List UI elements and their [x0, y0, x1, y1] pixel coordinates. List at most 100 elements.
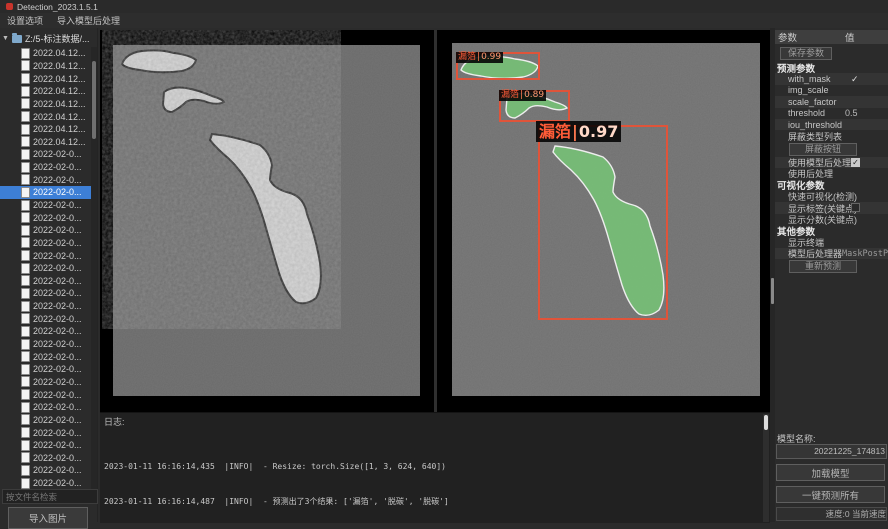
- param-row-show-score[interactable]: 显示分数(关键点): [775, 214, 888, 225]
- repredict-button[interactable]: 重新预测: [789, 260, 857, 273]
- log-lines: 2023-01-11 16:16:14,435 |INFO| - Resize:…: [104, 427, 760, 523]
- tree-item[interactable]: 2022-02-0...: [0, 350, 91, 363]
- app-icon: [6, 3, 13, 10]
- checkbox-checked-icon[interactable]: ✓: [851, 158, 860, 167]
- load-model-button[interactable]: 加载模型: [776, 464, 885, 481]
- folder-icon: [12, 35, 22, 43]
- tree-item[interactable]: 2022-02-0...: [0, 414, 91, 427]
- param-row-threshold[interactable]: threshold0.5: [775, 108, 888, 119]
- tree-item-label: 2022-02-0...: [33, 326, 82, 336]
- tree-item[interactable]: 2022-02-0...: [0, 477, 91, 490]
- tree-item[interactable]: 2022-02-0...: [0, 325, 91, 338]
- tree-item-label: 2022-02-0...: [33, 364, 82, 374]
- params-header: 参数 值: [775, 30, 888, 44]
- tree-item[interactable]: 2022-02-0...: [0, 287, 91, 300]
- tree-item[interactable]: 2022-02-0...: [0, 338, 91, 351]
- file-icon: [21, 427, 30, 438]
- menu-import-postprocess[interactable]: 导入模型后处理: [50, 13, 127, 28]
- chevron-down-icon[interactable]: ▼: [2, 35, 9, 42]
- tree-item-label: 2022-02-0...: [33, 200, 82, 210]
- param-row-scale-factor[interactable]: scale_factor: [775, 96, 888, 107]
- param-row-post-processor[interactable]: 模型后处理器MaskPostPro: [775, 248, 888, 259]
- tree-item[interactable]: 2022-02-0...: [0, 224, 91, 237]
- log-scrollbar[interactable]: [763, 414, 769, 522]
- tree-item[interactable]: 2022.04.12...: [0, 135, 91, 148]
- raw-image-viewport[interactable]: [100, 30, 434, 412]
- tree-item-label: 2022.04.12...: [33, 124, 86, 134]
- tree-item-label: 2022.04.12...: [33, 137, 86, 147]
- tree-item[interactable]: 2022-02-0...: [0, 161, 91, 174]
- tree-item[interactable]: 2022-02-0...: [0, 173, 91, 186]
- tree-item[interactable]: 2022.04.12...: [0, 72, 91, 85]
- tree-item[interactable]: 2022-02-0...: [0, 363, 91, 376]
- predict-all-button[interactable]: 一键预测所有: [776, 486, 885, 503]
- filename-search-input[interactable]: [2, 489, 98, 504]
- tree-item[interactable]: 2022-02-0...: [0, 237, 91, 250]
- log-line: 2023-01-11 16:16:14,487 |INFO| - 预测出了3个结…: [104, 498, 760, 507]
- threshold-value[interactable]: 0.5: [845, 108, 858, 118]
- model-name-field[interactable]: 20221225_174813: [776, 444, 887, 459]
- prediction-viewport[interactable]: 漏箔|0.99 漏箔|0.89 漏箔|0.97: [437, 30, 770, 412]
- checkbox-empty-icon[interactable]: [851, 203, 860, 212]
- tree-item[interactable]: 2022-02-0...: [0, 464, 91, 477]
- tree-item[interactable]: 2022-02-0...: [0, 452, 91, 465]
- tree-item[interactable]: 2022.04.12...: [0, 123, 91, 136]
- tree-item[interactable]: 2022-02-0...: [0, 312, 91, 325]
- window-title: Detection_2023.1.5.1: [17, 2, 98, 12]
- tree-item-label: 2022-02-0...: [33, 238, 82, 248]
- file-icon: [21, 339, 30, 350]
- import-images-button[interactable]: 导入图片: [8, 507, 88, 529]
- tree-item[interactable]: 2022.04.12...: [0, 47, 91, 60]
- tree-item[interactable]: 2022-02-0...: [0, 249, 91, 262]
- file-icon: [21, 136, 30, 147]
- tree-scrollbar-thumb[interactable]: [92, 61, 96, 139]
- tree-item[interactable]: 2022-02-0...: [0, 300, 91, 313]
- tree-item[interactable]: 2022.04.12...: [0, 85, 91, 98]
- tree-item[interactable]: 2022.04.12...: [0, 110, 91, 123]
- params-panel: 参数 值 保存参数 预测参数 with_mask✓ img_scale scal…: [775, 28, 888, 522]
- file-icon: [21, 174, 30, 185]
- tree-item[interactable]: 2022-02-0...: [0, 211, 91, 224]
- tree-item-label: 2022-02-0...: [33, 288, 82, 298]
- save-params-button[interactable]: 保存参数: [780, 47, 832, 60]
- tree-item[interactable]: 2022-02-0...: [0, 439, 91, 452]
- tree-item[interactable]: 2022-02-0...: [0, 426, 91, 439]
- tree-item[interactable]: 2022-02-0...: [0, 186, 91, 199]
- tree-item-label: 2022-02-0...: [33, 263, 82, 273]
- param-row-img-scale[interactable]: img_scale: [775, 85, 888, 96]
- file-icon: [21, 402, 30, 413]
- tree-item-list: 2022.04.12... 2022.04.12... 2022.04.12..…: [0, 47, 91, 518]
- file-icon: [21, 149, 30, 160]
- file-icon: [21, 275, 30, 286]
- tree-item-label: 2022-02-0...: [33, 352, 82, 362]
- log-scrollbar-thumb[interactable]: [764, 415, 768, 430]
- param-row-mask-type-list[interactable]: 屏蔽类型列表: [775, 130, 888, 141]
- detection-label-3: 漏箔|0.97: [536, 121, 621, 142]
- file-icon: [21, 237, 30, 248]
- file-icon: [21, 250, 30, 261]
- file-icon: [21, 48, 30, 59]
- tree-item[interactable]: 2022-02-0...: [0, 275, 91, 288]
- tree-item-label: 2022-02-0...: [33, 390, 82, 400]
- param-row-with-mask[interactable]: with_mask✓: [775, 73, 888, 84]
- param-row-use-postprocess[interactable]: 使用后处理: [775, 168, 888, 179]
- tree-item[interactable]: 2022.04.12...: [0, 60, 91, 73]
- tree-root-node[interactable]: ▼ Z:/5-标注数据/...: [2, 32, 94, 45]
- tree-item[interactable]: 2022.04.12...: [0, 98, 91, 111]
- tree-item-label: 2022-02-0...: [33, 175, 82, 185]
- tree-item[interactable]: 2022-02-0...: [0, 148, 91, 161]
- tree-item[interactable]: 2022-02-0...: [0, 376, 91, 389]
- post-processor-value[interactable]: MaskPostPro: [842, 249, 888, 259]
- tree-scrollbar[interactable]: [91, 47, 97, 499]
- file-icon: [21, 376, 30, 387]
- mask-button[interactable]: 屏蔽按钮: [789, 143, 857, 156]
- tree-item[interactable]: 2022-02-0...: [0, 199, 91, 212]
- value-column-header: 值: [845, 30, 855, 44]
- menu-settings[interactable]: 设置选项: [0, 13, 50, 28]
- tree-item[interactable]: 2022-02-0...: [0, 401, 91, 414]
- tree-root-label: Z:/5-标注数据/...: [25, 32, 90, 45]
- tree-item[interactable]: 2022-02-0...: [0, 262, 91, 275]
- log-panel[interactable]: 日志: 2023-01-11 16:16:14,435 |INFO| - Res…: [100, 412, 770, 523]
- tree-item-label: 2022-02-0...: [33, 478, 82, 488]
- tree-item[interactable]: 2022-02-0...: [0, 388, 91, 401]
